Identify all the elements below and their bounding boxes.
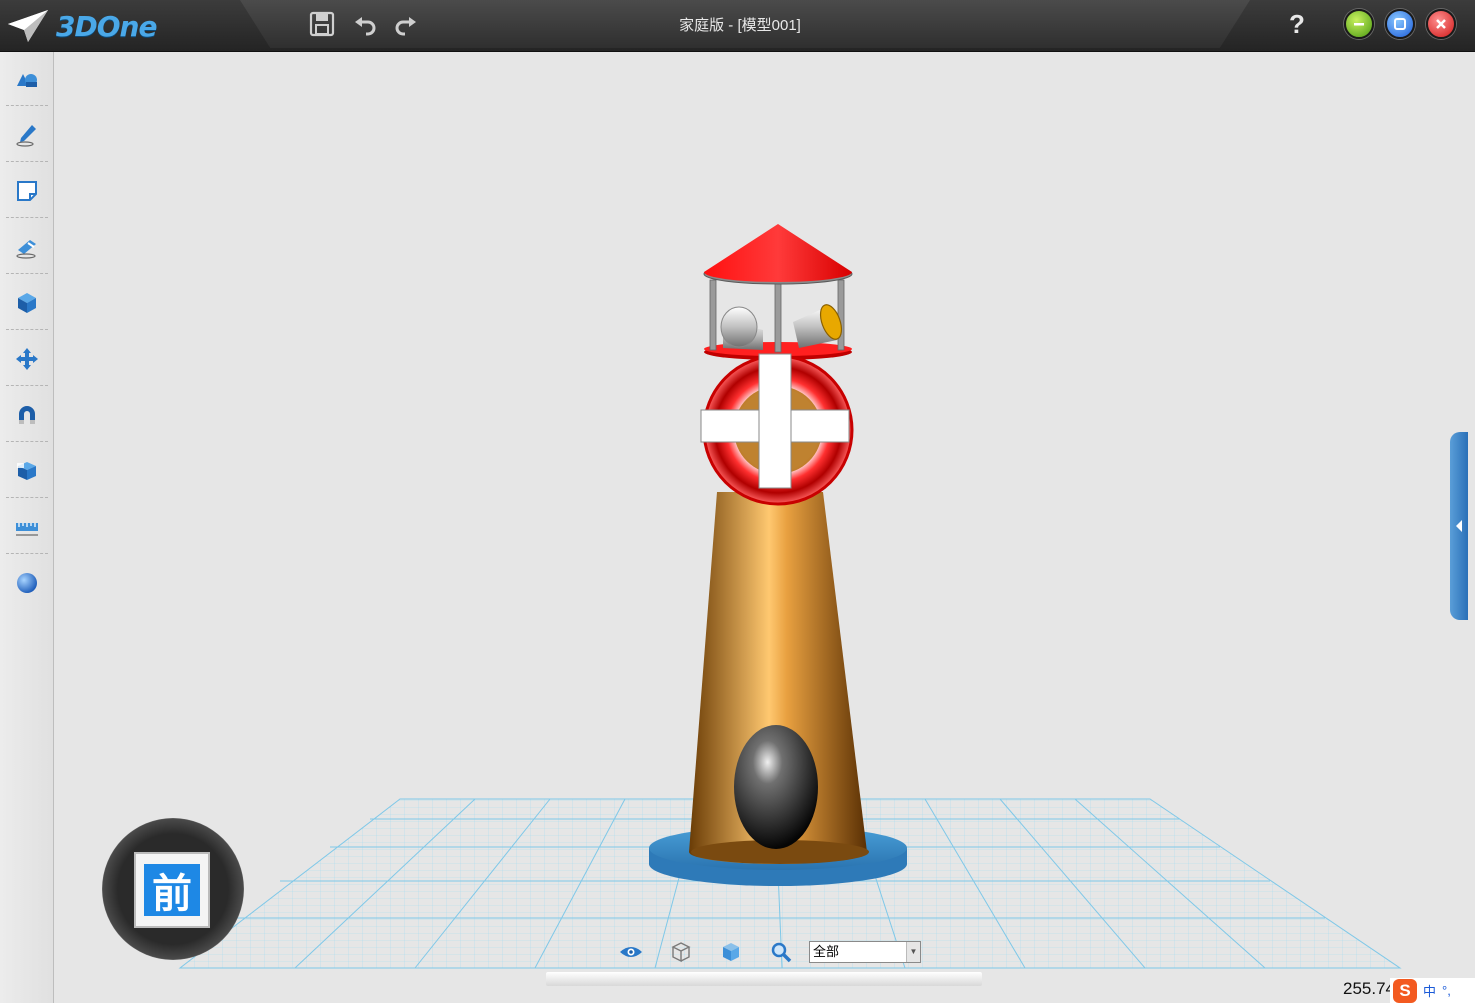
sketch-edit-icon bbox=[17, 180, 37, 201]
basic-solid-icon bbox=[17, 73, 37, 87]
3d-viewport[interactable] bbox=[55, 52, 1475, 1003]
undo-icon bbox=[355, 17, 376, 36]
ime-language[interactable]: 中 bbox=[1423, 981, 1436, 1000]
sketch-pencil-icon bbox=[16, 124, 36, 147]
scene-canvas[interactable] bbox=[55, 52, 1475, 1003]
chevron-down-icon[interactable]: ▼ bbox=[906, 942, 920, 962]
zoom-icon bbox=[771, 942, 792, 963]
wireframe-cube-icon bbox=[671, 942, 691, 963]
left-toolbar bbox=[0, 52, 54, 1003]
view-cube-front-face[interactable]: 前 bbox=[134, 852, 210, 928]
move-icon bbox=[16, 347, 38, 370]
view-eye-icon bbox=[620, 947, 642, 957]
redo-icon bbox=[395, 17, 416, 36]
right-panel-tab[interactable] bbox=[1450, 432, 1468, 620]
view-button[interactable] bbox=[614, 938, 648, 966]
maximize-button[interactable] bbox=[1385, 9, 1415, 39]
special-feature-icon bbox=[16, 239, 36, 259]
lighthouse-roof[interactable] bbox=[703, 224, 853, 285]
filter-select[interactable]: 全部 ▼ bbox=[809, 941, 921, 963]
wireframe-button[interactable] bbox=[664, 938, 698, 966]
lighthouse-door[interactable] bbox=[734, 725, 818, 849]
render-tool[interactable] bbox=[6, 556, 48, 610]
undo-button[interactable] bbox=[349, 8, 381, 40]
bottom-status-strip bbox=[546, 972, 982, 986]
help-button[interactable]: ? bbox=[1283, 8, 1311, 40]
view-cube[interactable]: 前 bbox=[102, 818, 244, 960]
chevron-left-icon bbox=[1456, 520, 1462, 532]
bottom-toolbar: 全部 ▼ bbox=[614, 938, 934, 966]
close-icon bbox=[1436, 19, 1446, 29]
solid-cube-icon bbox=[723, 943, 739, 961]
coordinate-readout: 255.74 bbox=[1343, 979, 1395, 998]
close-button[interactable] bbox=[1426, 9, 1456, 39]
measure-tool[interactable] bbox=[6, 500, 48, 554]
basic-solid-tool[interactable] bbox=[6, 52, 48, 106]
minimize-icon bbox=[1354, 23, 1364, 26]
save-button[interactable] bbox=[306, 8, 338, 40]
zoom-button[interactable] bbox=[764, 938, 798, 966]
combine-icon bbox=[17, 461, 36, 480]
render-sphere-icon bbox=[17, 573, 37, 593]
ime-logo-icon[interactable]: S bbox=[1393, 978, 1417, 1003]
move-tool[interactable] bbox=[6, 332, 48, 386]
combine-tool[interactable] bbox=[6, 444, 48, 498]
redo-button[interactable] bbox=[390, 8, 422, 40]
sketch-tool[interactable] bbox=[6, 108, 48, 162]
ime-punctuation[interactable]: °, bbox=[1442, 983, 1451, 998]
sketch-edit-tool[interactable] bbox=[6, 164, 48, 218]
adsorb-magnet-icon bbox=[19, 405, 35, 424]
ime-toolbar: S 中 °, bbox=[1390, 978, 1475, 1003]
paper-plane-logo-icon bbox=[8, 10, 48, 42]
title-bar: 3DOne 家庭版 - [模型001] ? bbox=[0, 0, 1475, 52]
special-feature-tool[interactable] bbox=[6, 220, 48, 274]
maximize-icon bbox=[1394, 18, 1406, 30]
app-logo-text: 3DOne bbox=[56, 9, 157, 43]
measure-icon bbox=[16, 522, 38, 536]
window-title: 家庭版 - [模型001] bbox=[679, 17, 801, 34]
feature-cube-icon bbox=[18, 292, 36, 313]
minimize-button[interactable] bbox=[1344, 9, 1374, 39]
solid-view-button[interactable] bbox=[714, 938, 748, 966]
adsorb-tool[interactable] bbox=[6, 388, 48, 442]
filter-select-value: 全部 bbox=[813, 944, 840, 959]
app-logo: 3DOne bbox=[6, 8, 157, 44]
view-cube-face-label: 前 bbox=[144, 864, 200, 917]
feature-cube-tool[interactable] bbox=[6, 276, 48, 330]
save-icon bbox=[309, 11, 335, 37]
